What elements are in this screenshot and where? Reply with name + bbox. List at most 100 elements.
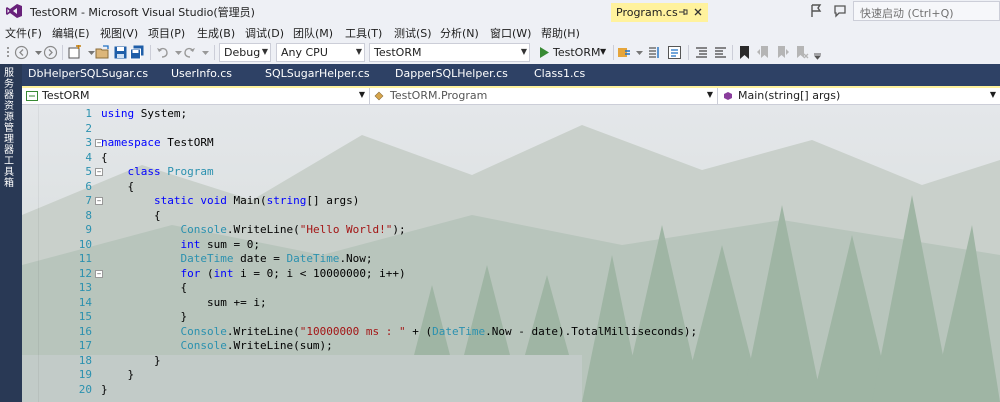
menu-project[interactable]: 项目(P)	[148, 25, 185, 41]
dropdown-arrow-icon[interactable]	[198, 45, 213, 60]
code-line[interactable]: 20}	[22, 383, 1000, 398]
code-line[interactable]: 1 using System;	[22, 107, 1000, 122]
menu-test[interactable]: 测试(S)	[394, 25, 432, 41]
solution-platform-value: Any CPU	[281, 46, 328, 59]
keyword-token: static	[153, 194, 194, 207]
toggle-bookmark-icon[interactable]	[737, 45, 752, 60]
code-line[interactable]: 9 Console.WriteLine("Hello World!");	[22, 223, 1000, 238]
quick-launch-input[interactable]: 快速启动 (Ctrl+Q)	[853, 1, 1000, 21]
line-number: 1	[85, 107, 92, 120]
member-scope-value: Main(string[] args)	[738, 89, 841, 102]
line-number: 19	[78, 368, 92, 381]
menu-analyze[interactable]: 分析(N)	[440, 25, 479, 41]
toolbar-separator	[150, 45, 151, 60]
dropdown-arrow-icon[interactable]	[632, 45, 647, 60]
tab-sqlsugarhelper[interactable]: SQLSugarHelper.cs	[265, 67, 370, 86]
code-line[interactable]: 4{	[22, 151, 1000, 166]
code-line[interactable]: 7− static void Main(string[] args)	[22, 194, 1000, 209]
comment-lines-icon[interactable]	[694, 45, 709, 60]
code-line[interactable]: 18 }	[22, 354, 1000, 369]
project-scope-select[interactable]: TestORM ▼	[22, 88, 370, 104]
standard-toolbar: Debug ▼ Any CPU ▼ TestORM ▼ TestORM ▼	[0, 41, 1000, 64]
next-bookmark-icon[interactable]	[775, 45, 790, 60]
tab-class1[interactable]: Class1.cs	[534, 67, 585, 86]
solution-explorer-icon[interactable]	[667, 45, 682, 60]
line-number: 15	[78, 310, 92, 323]
code-line[interactable]: 17 Console.WriteLine(sum);	[22, 339, 1000, 354]
server-explorer-tab[interactable]: 服务器资源管理器	[4, 68, 16, 156]
line-number: 6	[85, 179, 92, 193]
menu-team[interactable]: 团队(M)	[293, 25, 333, 41]
code-line[interactable]: 19 }	[22, 368, 1000, 383]
plain-token: .WriteLine(	[226, 223, 300, 236]
menu-window[interactable]: 窗口(W)	[490, 25, 531, 41]
code-text: {	[101, 151, 108, 164]
window-title: TestORM - Microsoft Visual Studio(管理员)	[30, 6, 255, 19]
code-line[interactable]: 15 }	[22, 310, 1000, 325]
new-project-icon[interactable]	[67, 45, 82, 60]
tab-program-active[interactable]: Program.cs	[611, 3, 708, 22]
navigate-forward-icon[interactable]	[43, 45, 58, 60]
redo-icon[interactable]	[182, 45, 197, 60]
open-file-icon[interactable]	[95, 45, 110, 60]
menu-help[interactable]: 帮助(H)	[541, 25, 580, 41]
solution-configuration-select[interactable]: Debug ▼	[219, 43, 271, 62]
plain-token: Main(	[226, 194, 267, 207]
tab-userinfo[interactable]: UserInfo.cs	[171, 67, 232, 86]
plain-token: }	[101, 368, 135, 381]
line-number: 17	[78, 339, 92, 352]
code-line[interactable]: 14 sum += i;	[22, 296, 1000, 311]
uncomment-lines-icon[interactable]	[713, 45, 728, 60]
menu-edit[interactable]: 编辑(E)	[52, 25, 90, 41]
code-line[interactable]: 11 DateTime date = DateTime.Now;	[22, 252, 1000, 267]
notification-flag-icon[interactable]	[808, 3, 824, 19]
line-number: 8	[85, 208, 92, 222]
code-line[interactable]: 2	[22, 122, 1000, 137]
member-scope-select[interactable]: Main(string[] args) ▼	[718, 88, 1000, 104]
solution-platform-select[interactable]: Any CPU ▼	[276, 43, 365, 62]
menu-build[interactable]: 生成(B)	[197, 25, 235, 41]
browser-link-icon[interactable]	[617, 45, 632, 60]
start-debugging-label: TestORM	[553, 46, 601, 59]
code-line[interactable]: 16 Console.WriteLine("10000000 ms : " + …	[22, 325, 1000, 340]
code-line[interactable]: 3− namespace TestORM	[22, 136, 1000, 151]
code-line[interactable]: 5− class Program	[22, 165, 1000, 180]
tab-dappersqlhelper[interactable]: DapperSQLHelper.cs	[395, 67, 508, 86]
code-editor[interactable]: 1 using System; 2 3− namespace TestORM 4{5− c…	[22, 105, 1000, 402]
save-icon[interactable]	[113, 45, 128, 60]
toolbar-options-icon[interactable]	[810, 45, 825, 60]
save-all-icon[interactable]	[130, 45, 145, 60]
menu-debug[interactable]: 调试(D)	[245, 25, 284, 41]
code-line[interactable]: 13 {	[22, 281, 1000, 296]
code-text: Console.WriteLine("Hello World!");	[101, 223, 405, 236]
code-line[interactable]: 8 {	[22, 209, 1000, 224]
plain-token: sum += i;	[101, 295, 267, 309]
line-number: 10	[78, 237, 92, 251]
menu-view[interactable]: 视图(V)	[100, 25, 138, 41]
tab-dbhelpersqlsugar[interactable]: DbHelperSQLSugar.cs	[28, 67, 148, 86]
code-line[interactable]: 10 int sum = 0;	[22, 238, 1000, 253]
start-debugging-button[interactable]: TestORM ▼	[536, 43, 610, 62]
close-tab-icon[interactable]	[693, 7, 703, 17]
code-line[interactable]: 12− for (int i = 0; i < 10000000; i++)	[22, 267, 1000, 282]
menu-bar: 文件(F) 编辑(E) 视图(V) 项目(P) 生成(B) 调试(D) 团队(M…	[0, 22, 1000, 41]
type-scope-select[interactable]: TestORM.Program ▼	[370, 88, 718, 104]
menu-file[interactable]: 文件(F)	[5, 25, 42, 41]
code-line[interactable]: 6 {	[22, 180, 1000, 195]
find-in-files-icon[interactable]	[647, 45, 662, 60]
navigate-back-icon[interactable]	[14, 45, 29, 60]
toolbox-tab[interactable]: 工具箱	[4, 156, 16, 189]
plain-token: sum = 0;	[200, 237, 260, 251]
feedback-icon[interactable]	[832, 3, 848, 19]
menu-tools[interactable]: 工具(T)	[345, 25, 382, 41]
pin-tab-icon[interactable]	[678, 7, 688, 17]
clear-bookmarks-icon[interactable]	[794, 45, 809, 60]
line-number: 18	[78, 353, 92, 367]
startup-project-select[interactable]: TestORM ▼	[369, 43, 530, 62]
undo-icon[interactable]	[155, 45, 170, 60]
chevron-down-icon: ▼	[261, 47, 268, 56]
line-number: 2	[85, 121, 92, 135]
previous-bookmark-icon[interactable]	[756, 45, 771, 60]
